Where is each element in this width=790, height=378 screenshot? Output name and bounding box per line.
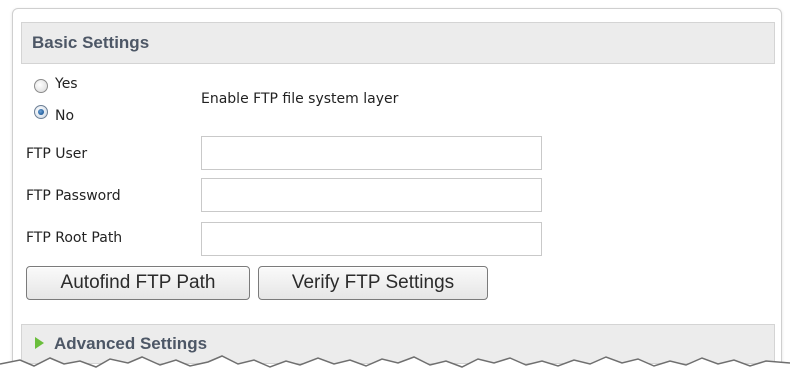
torn-edge-decoration (0, 355, 790, 378)
ftp-user-label: FTP User (26, 146, 88, 162)
basic-settings-header: Basic Settings (21, 22, 775, 64)
autofind-ftp-path-button[interactable]: Autofind FTP Path (26, 266, 250, 300)
ftp-password-input[interactable] (201, 178, 542, 212)
enable-ftp-no-radio[interactable] (34, 105, 48, 119)
enable-ftp-yes-radio[interactable] (34, 79, 48, 93)
ftp-user-input[interactable] (201, 136, 542, 170)
verify-ftp-settings-button[interactable]: Verify FTP Settings (258, 266, 488, 300)
enable-ftp-description: Enable FTP file system layer (201, 91, 399, 107)
basic-settings-title: Basic Settings (32, 33, 150, 52)
enable-ftp-no-label: No (55, 108, 75, 124)
enable-ftp-yes-label: Yes (55, 76, 78, 92)
triangle-right-icon (35, 337, 44, 349)
ftp-root-path-input[interactable] (201, 222, 542, 256)
ftp-root-path-label: FTP Root Path (26, 230, 123, 246)
ftp-password-label: FTP Password (26, 188, 121, 204)
